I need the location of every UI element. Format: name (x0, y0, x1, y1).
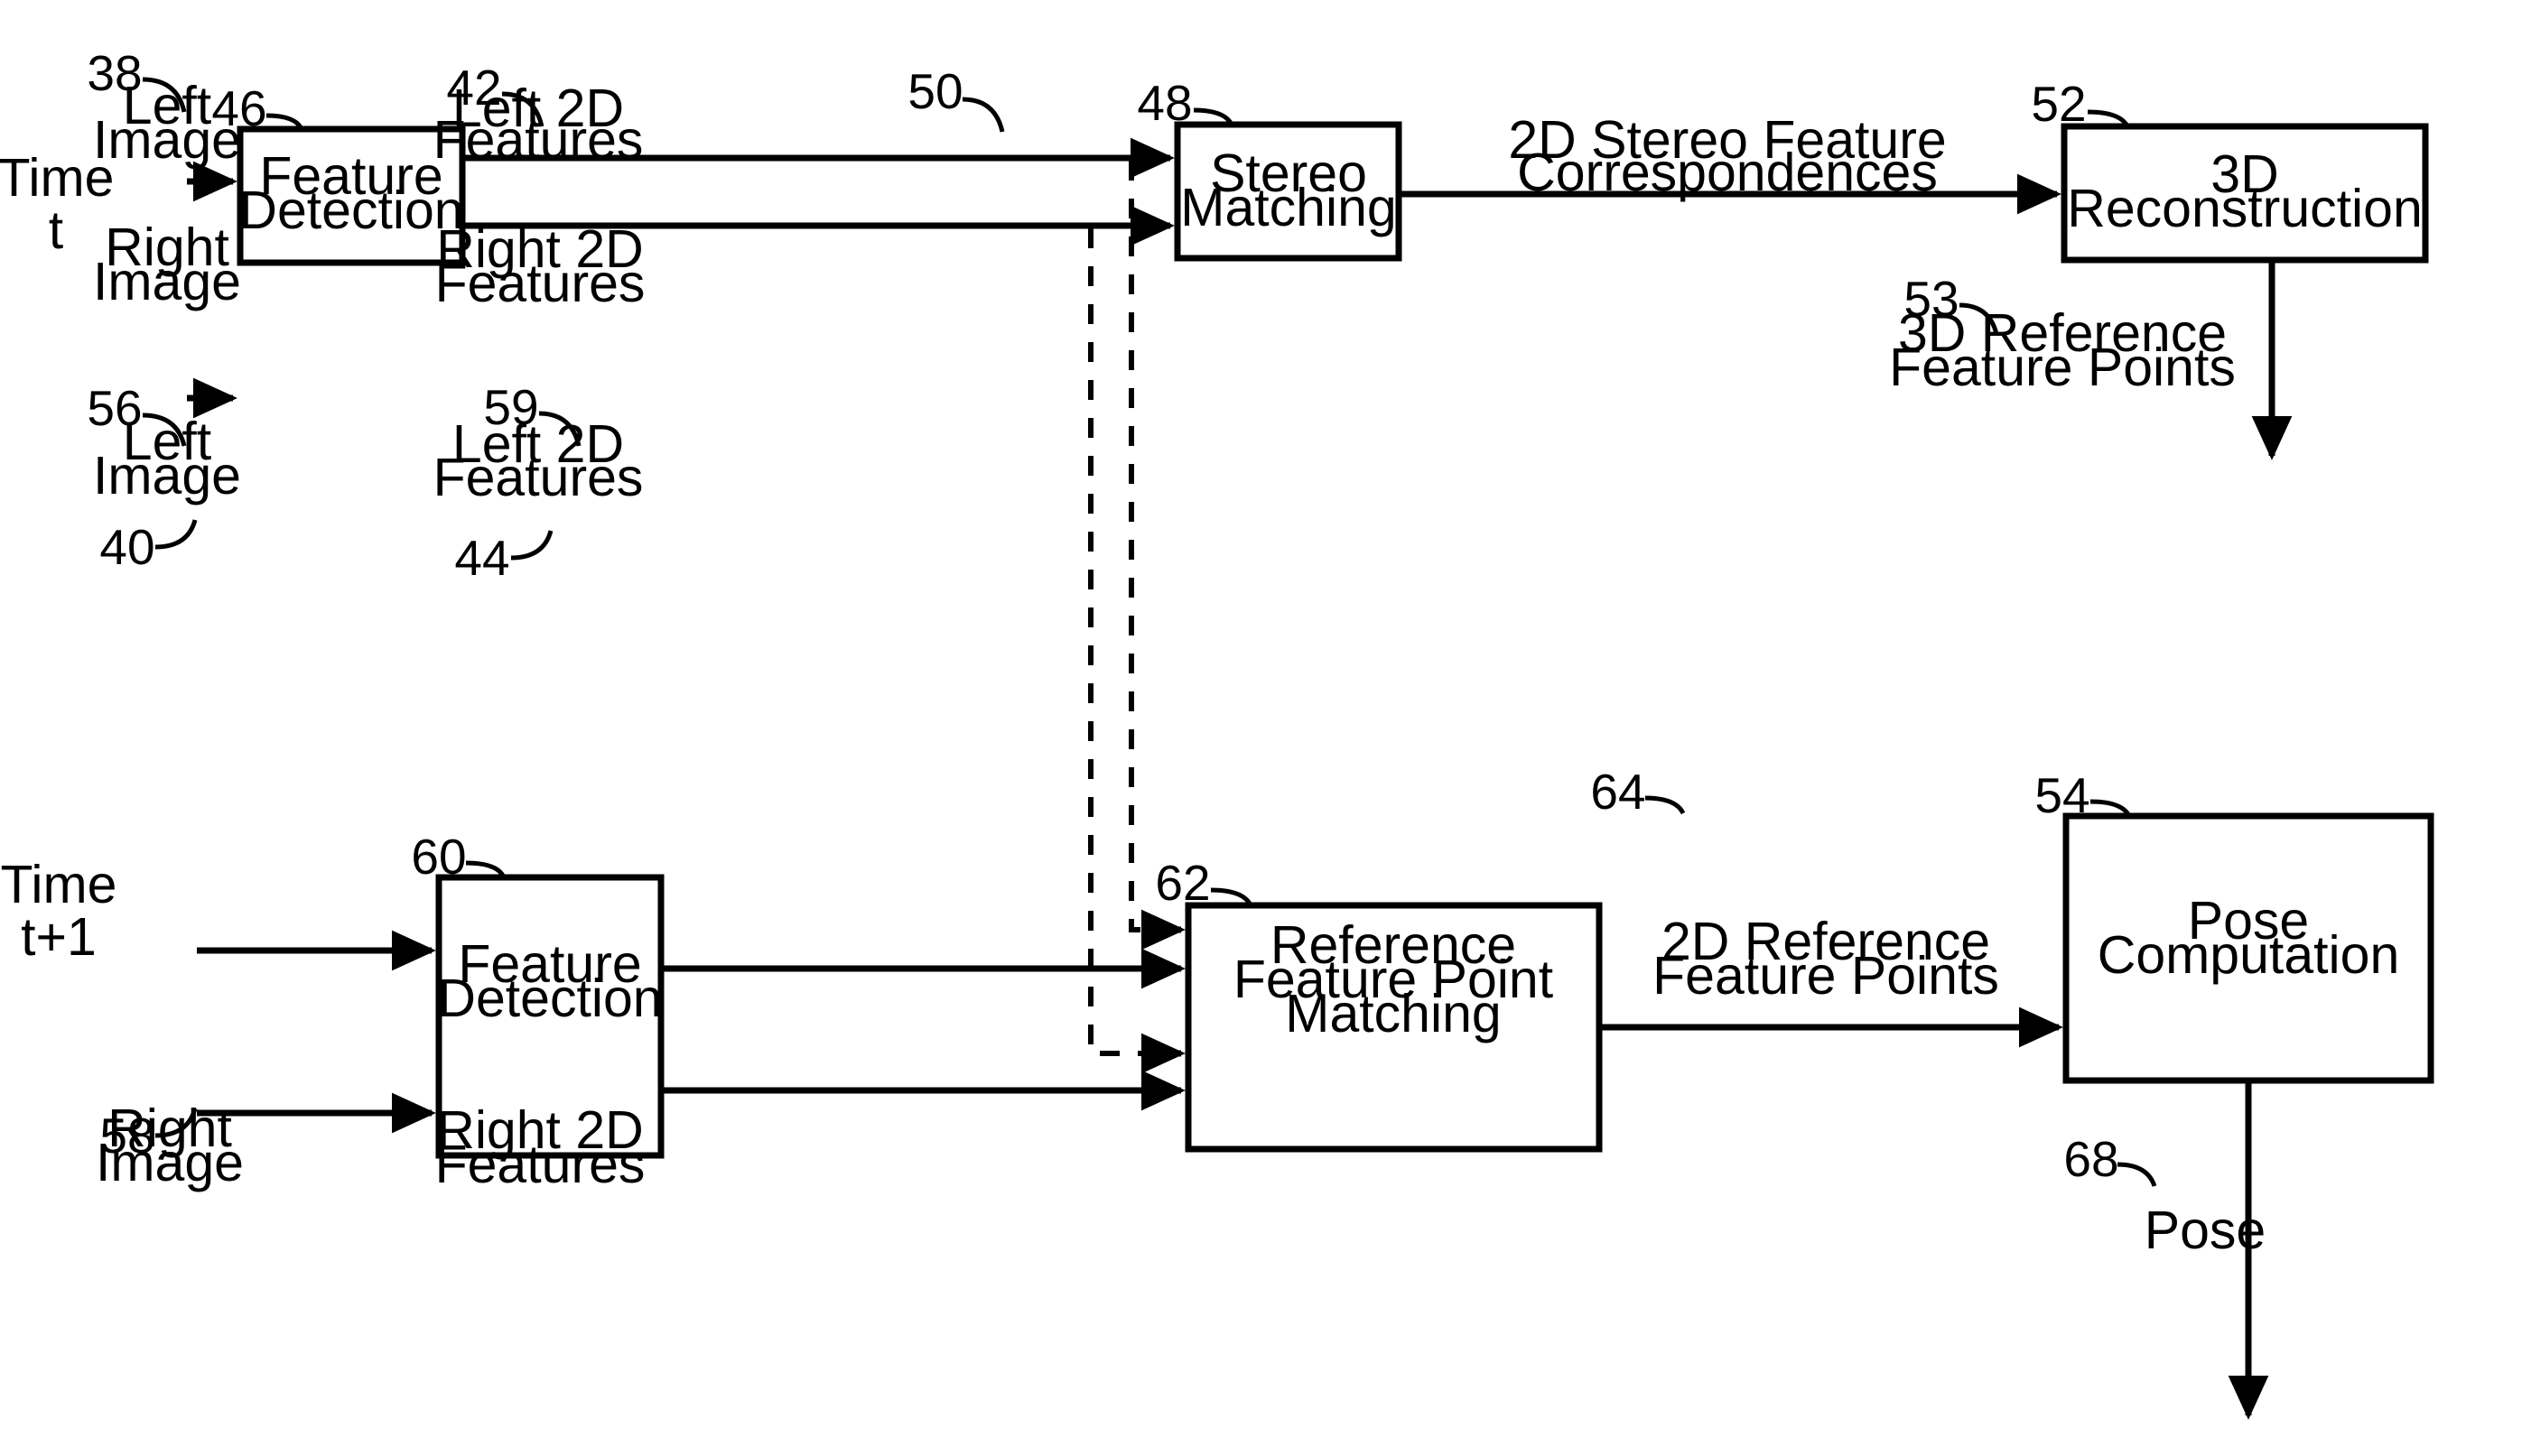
label-pose-output: Pose (2145, 1201, 2266, 1260)
label-left-image-t1-line2: Image (93, 446, 241, 505)
leader-64 (1644, 795, 1686, 815)
ref-number-50: 50 (907, 63, 963, 119)
label-right-image-t1-line2: Image (96, 1133, 244, 1192)
box-label-feature-detection-t1-line2: Detection (437, 969, 662, 1028)
dashed-right-2d-features-to-matching (1088, 228, 1160, 1056)
label-right-image-t-line2: Image (93, 252, 241, 311)
diagram-canvas: 38 46 42 48 50 52 40 44 53 56 60 59 62 6… (0, 45, 2434, 1420)
leader-68 (2117, 1162, 2157, 1187)
ref-number-48: 48 (1137, 75, 1192, 131)
ref-number-40: 40 (99, 519, 154, 575)
label-left-image-t-line2: Image (93, 110, 241, 170)
ref-number-52: 52 (2031, 76, 2086, 132)
label-left-2d-features-t1-line2: Features (433, 448, 644, 507)
label-2d-reference-points-line2: Feature Points (1652, 946, 1999, 1006)
time-label-t1-line2: t+1 (21, 907, 97, 967)
time-label-t1-line1: Time (1, 855, 117, 914)
box-label-pose-computation-line2: Computation (2098, 925, 2400, 985)
leader-50 (962, 97, 1005, 133)
label-right-2d-features-t-line2: Features (435, 254, 646, 313)
ref-number-54: 54 (2034, 767, 2089, 823)
box-label-3d-reconstruction-line2: Reconstruction (2067, 179, 2423, 238)
ref-number-62: 62 (1155, 855, 1210, 911)
leader-40 (154, 519, 198, 550)
time-label-t-line2: t (49, 200, 63, 260)
label-left-2d-features-t-line2: Features (433, 110, 644, 170)
box-label-stereo-matching-line2: Matching (1180, 178, 1396, 237)
ref-number-64: 64 (1590, 764, 1645, 820)
patent-flow-diagram: 38 46 42 48 50 52 40 44 53 56 60 59 62 6… (0, 0, 2522, 1456)
label-3d-reference-points-line2: Feature Points (1889, 338, 2236, 397)
dashed-left-2d-features-to-matching (1129, 161, 1160, 932)
box-label-feature-detection-t-line2: Detection (238, 181, 463, 240)
ref-number-44: 44 (454, 530, 509, 586)
leader-44 (510, 530, 554, 561)
ref-number-68: 68 (2063, 1131, 2118, 1187)
label-right-2d-features-t1-line2: Features (435, 1135, 646, 1194)
box-label-reference-matching-line3: Matching (1285, 984, 1501, 1043)
label-stereo-correspondences-line2: Correspondences (1517, 143, 1938, 202)
ref-number-60: 60 (411, 829, 466, 885)
